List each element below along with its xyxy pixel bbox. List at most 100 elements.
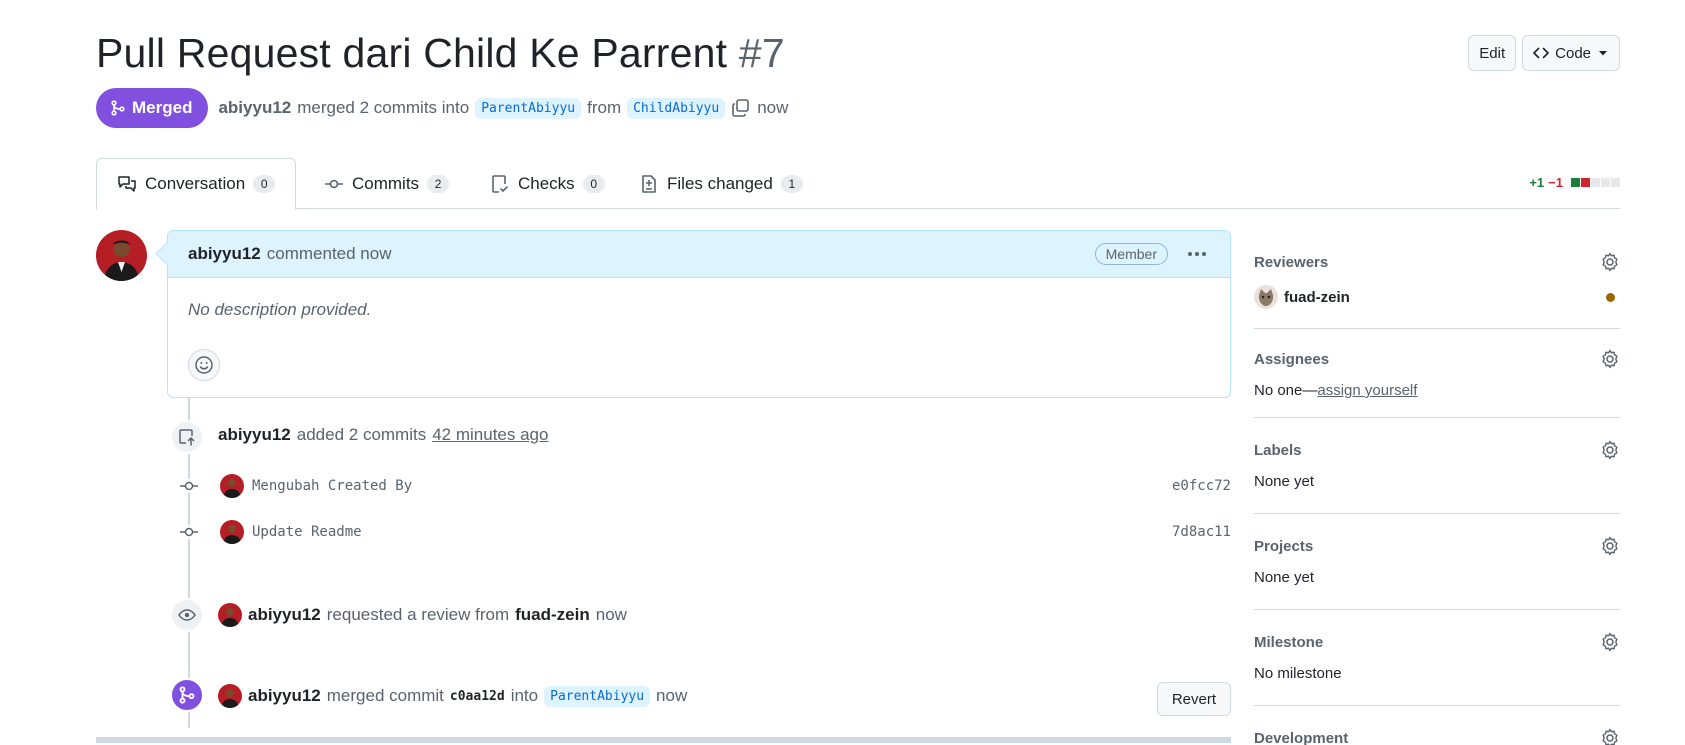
labels-section: Labels None yet (1254, 418, 1620, 514)
projects-header[interactable]: Projects (1254, 534, 1620, 558)
copy-icon[interactable] (731, 98, 751, 118)
assign-yourself-link[interactable]: assign yourself (1317, 382, 1417, 399)
projects-title: Projects (1254, 537, 1314, 555)
milestone-section: Milestone No milestone (1254, 610, 1620, 706)
merge-commit-link[interactable]: c0aa12d (450, 689, 505, 704)
pr-title: Pull Request dari Child Ke Parrent #7 (96, 30, 785, 77)
repo-push-icon (170, 420, 204, 454)
development-header[interactable]: Development (1254, 726, 1620, 745)
review-requested-event: abiyyu12 requested a review from fuad-ze… (218, 603, 627, 627)
pending-review-icon (1606, 292, 1615, 302)
commit-author-avatar[interactable] (220, 520, 244, 544)
development-section: Development (1254, 706, 1620, 745)
reviewer-item: fuad-zein (1254, 285, 1620, 309)
commits-added-event: abiyyu12 added 2 commits 42 minutes ago (218, 425, 548, 445)
code-button-label: Code (1555, 44, 1591, 62)
commit-row: Mengubah Created By e0fcc72 (176, 472, 1231, 500)
checklist-icon (492, 174, 508, 193)
projects-value: None yet (1254, 569, 1315, 586)
code-button[interactable]: Code (1522, 35, 1620, 71)
gear-icon[interactable] (1600, 728, 1620, 745)
tab-label: Files changed (667, 173, 773, 193)
event-time-link[interactable]: 42 minutes ago (432, 425, 548, 445)
member-badge: Member (1094, 243, 1168, 265)
from-text: from (587, 98, 622, 117)
diffstat-blocks (1571, 178, 1620, 187)
gear-icon[interactable] (1600, 536, 1620, 556)
pr-tabs: Conversation 0 Commits 2 Checks 0 Files … (96, 158, 1620, 210)
event-avatar[interactable] (218, 684, 242, 708)
merged-badge-label: Merged (132, 98, 193, 117)
tab-counter: 2 (427, 174, 450, 193)
commit-author-avatar[interactable] (220, 474, 244, 498)
gear-icon[interactable] (1600, 440, 1620, 460)
commit-sha-link[interactable]: e0fcc72 (1172, 478, 1231, 494)
tab-label: Conversation (145, 174, 246, 193)
event-time: now (595, 605, 627, 624)
labels-value: None yet (1254, 473, 1315, 490)
projects-section: Projects None yet (1254, 514, 1620, 610)
eye-icon (170, 598, 204, 632)
diffstat-block-added (1571, 178, 1580, 187)
milestone-title: Milestone (1254, 633, 1324, 651)
event-text: added 2 commits (296, 425, 427, 444)
assignees-empty-text: No one— (1254, 382, 1318, 399)
diffstat-block-neutral (1611, 178, 1620, 187)
tab-counter: 0 (253, 175, 276, 193)
event-text: requested a review from (326, 605, 510, 624)
reviewers-header[interactable]: Reviewers (1254, 250, 1620, 274)
commit-message-link[interactable]: Update Readme (252, 524, 362, 540)
gear-icon[interactable] (1600, 632, 1620, 652)
timeline-bottom-divider (96, 737, 1231, 743)
base-branch-link[interactable]: ParentAbiyyu (544, 685, 651, 707)
milestone-value: No milestone (1254, 665, 1342, 682)
diffstat-block-neutral (1591, 178, 1600, 187)
kebab-menu-icon[interactable] (1186, 243, 1208, 270)
labels-header[interactable]: Labels (1254, 438, 1620, 462)
tab-conversation[interactable]: Conversation 0 (96, 158, 297, 210)
tab-counter: 1 (780, 174, 803, 193)
reviewer-avatar[interactable] (1254, 285, 1278, 309)
tab-counter: 0 (582, 174, 605, 193)
comment-author-link[interactable]: abiyyu12 (188, 244, 261, 264)
commit-message-link[interactable]: Mengubah Created By (252, 478, 412, 494)
event-time: now (656, 686, 688, 705)
commit-sha-link[interactable]: 7d8ac11 (1172, 524, 1231, 540)
diffstat-block-deleted (1581, 178, 1590, 187)
into-text: into (510, 686, 539, 705)
head-branch-link[interactable]: ChildAbiyyu (627, 97, 726, 119)
event-author-link[interactable]: abiyyu12 (248, 686, 321, 706)
event-author-link[interactable]: abiyyu12 (218, 425, 291, 445)
comment-action: commented now (266, 244, 392, 263)
header-actions: Edit Code (1468, 35, 1620, 71)
commit-icon (325, 179, 343, 188)
add-reaction-button[interactable] (188, 349, 220, 381)
milestone-header[interactable]: Milestone (1254, 630, 1620, 654)
revert-button[interactable]: Revert (1156, 682, 1231, 716)
comment-body: No description provided. (188, 300, 372, 319)
pr-sidebar: Reviewers fuad-zein Assignees No one— as… (1254, 240, 1620, 745)
tab-files-changed[interactable]: Files changed 1 (619, 158, 823, 209)
development-title: Development (1254, 729, 1349, 745)
tab-commits[interactable]: Commits 2 (304, 158, 469, 209)
reviewers-title: Reviewers (1254, 253, 1329, 271)
comment-header: abiyyu12 commented now Member (168, 231, 1230, 278)
author-avatar[interactable] (96, 230, 147, 281)
edit-button[interactable]: Edit (1468, 35, 1517, 71)
reviewer-link[interactable]: fuad-zein (515, 605, 590, 625)
pr-author-link[interactable]: abiyyu12 (218, 98, 291, 118)
pr-time: now (757, 98, 789, 117)
pr-description-comment: abiyyu12 commented now Member No descrip… (167, 230, 1231, 398)
diffstat[interactable]: +1 −1 (1529, 175, 1620, 190)
event-author-link[interactable]: abiyyu12 (248, 605, 321, 625)
base-branch-link[interactable]: ParentAbiyyu (475, 97, 582, 119)
reviewer-name-link[interactable]: fuad-zein (1284, 289, 1350, 306)
tab-checks[interactable]: Checks 0 (470, 158, 625, 209)
event-avatar[interactable] (218, 603, 242, 627)
gear-icon[interactable] (1600, 252, 1620, 272)
assignees-header[interactable]: Assignees (1254, 347, 1620, 371)
commit-row: Update Readme 7d8ac11 (176, 518, 1231, 546)
gear-icon[interactable] (1600, 349, 1620, 369)
assignees-value: No one— assign yourself (1254, 382, 1620, 399)
code-icon (1533, 47, 1549, 59)
